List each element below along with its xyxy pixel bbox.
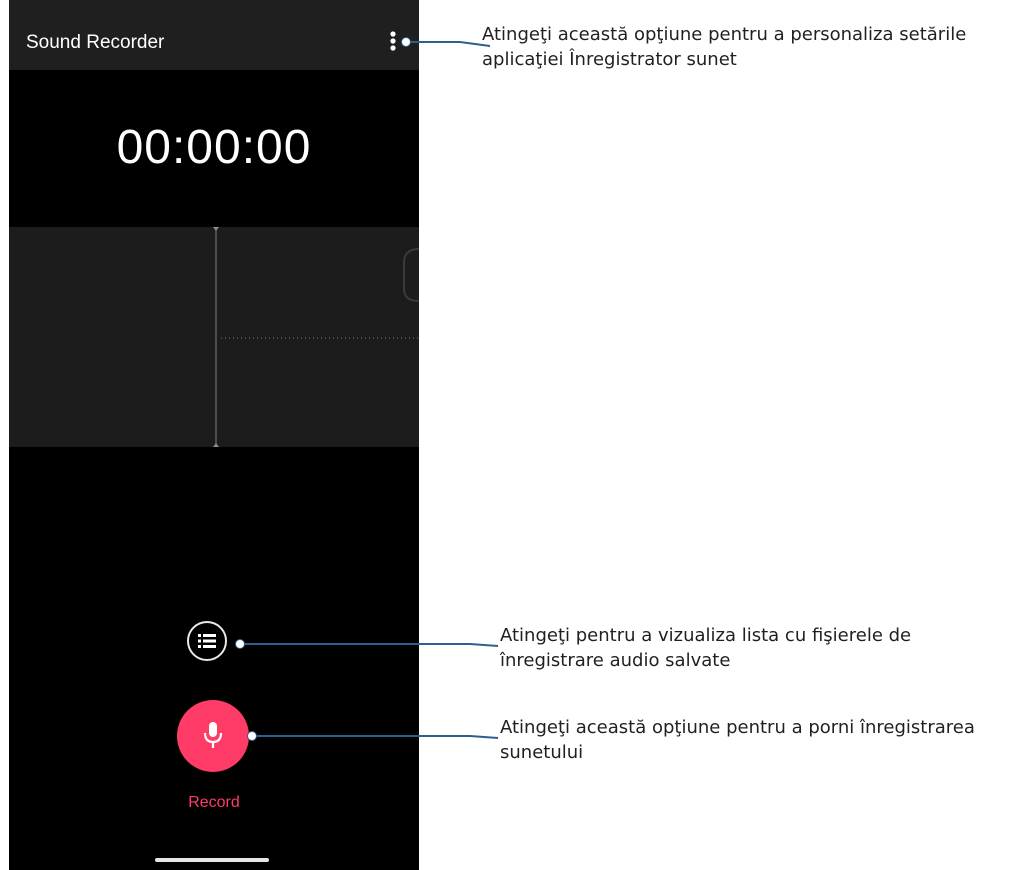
playhead-bottom-marker: [213, 443, 219, 447]
recording-timer: 00:00:00: [116, 121, 312, 174]
more-vert-icon: [390, 31, 396, 51]
recordings-list-button[interactable]: [187, 621, 227, 661]
record-label[interactable]: Record: [9, 793, 419, 813]
more-options-button[interactable]: [381, 28, 405, 56]
app-title: Sound Recorder: [26, 32, 165, 53]
playhead-top-marker: [213, 227, 219, 231]
waveform-panel: [9, 227, 419, 447]
waveform-edge-handle: [403, 248, 419, 302]
home-indicator[interactable]: [155, 858, 269, 862]
microphone-icon: [203, 722, 223, 748]
callout-list-text: Atingeţi pentru a vizualiza lista cu fiş…: [500, 625, 912, 671]
phone-screen: Sound Recorder 00:00:00 Record: [9, 0, 419, 870]
callout-record-text: Atingeţi această opţiune pentru a porni …: [500, 717, 975, 763]
app-bar: Sound Recorder: [9, 0, 419, 70]
callout-settings-text: Atingeţi această opţiune pentru a person…: [482, 24, 967, 70]
list-icon: [198, 634, 216, 648]
record-button[interactable]: [177, 700, 249, 772]
